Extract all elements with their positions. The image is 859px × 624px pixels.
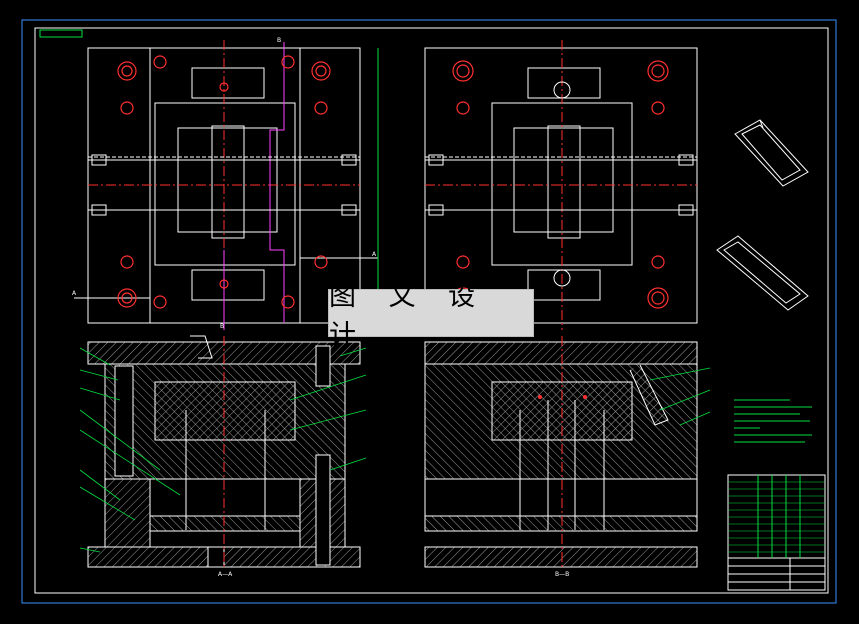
section-label-left: A—A <box>218 571 233 578</box>
watermark-text: 图 文 设 计 <box>329 281 488 351</box>
cut-marker-a1: A <box>72 290 77 297</box>
title-block <box>727 474 826 591</box>
cut-marker-a2: A <box>372 251 377 258</box>
isometric-part-2 <box>716 235 809 311</box>
section-A-A <box>87 335 361 568</box>
cut-marker-b1: B <box>277 37 281 44</box>
watermark-banner: 图 文 设 计 <box>328 281 534 351</box>
technical-notes <box>734 399 812 443</box>
cut-marker-b2: B <box>220 323 224 330</box>
section-B-B <box>424 336 698 568</box>
isometric-part-1 <box>734 119 809 187</box>
section-label-right: B—B <box>555 571 569 578</box>
title-block-rows <box>728 481 825 553</box>
